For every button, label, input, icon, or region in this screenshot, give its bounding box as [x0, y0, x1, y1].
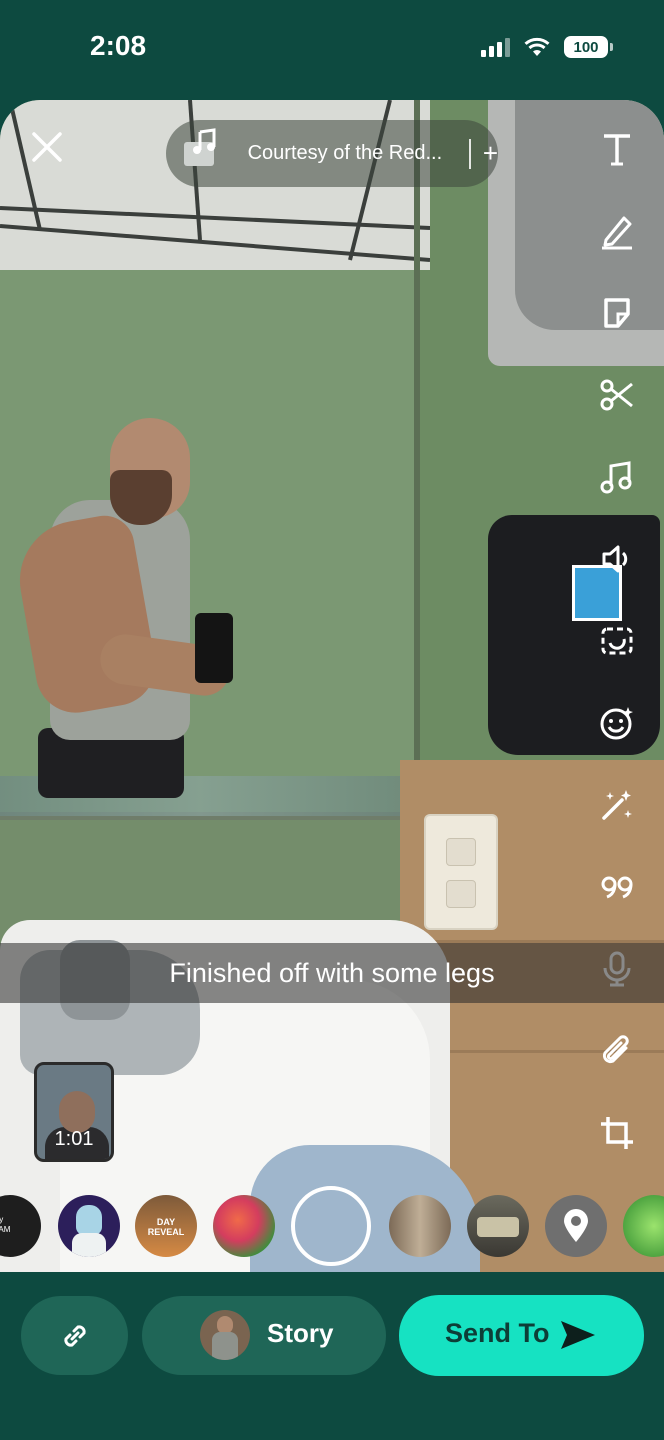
- send-to-label: Send To: [445, 1318, 550, 1348]
- crop-icon: [601, 1117, 633, 1149]
- music-icon: [600, 461, 632, 494]
- sticker-icon: [604, 298, 630, 328]
- magic-tool-button[interactable]: [592, 780, 642, 830]
- memory-thumbnail[interactable]: 1:01: [34, 1062, 114, 1162]
- lens-extra-gum[interactable]: [623, 1195, 664, 1257]
- snap-preview-screen: 2:08 100 Courtesy of the Red... + Finish…: [0, 0, 664, 1440]
- map-pin-icon: [564, 1209, 588, 1242]
- sticker-tool-button[interactable]: [592, 288, 642, 338]
- add-music-button[interactable]: +: [483, 138, 498, 169]
- lens-day-reveal[interactable]: DAY REVEAL: [135, 1195, 197, 1257]
- lens-flower[interactable]: [213, 1195, 275, 1257]
- quote-tool-button[interactable]: [592, 862, 642, 912]
- lens-day-reveal-line2: REVEAL: [147, 1227, 185, 1237]
- close-icon[interactable]: [28, 128, 66, 166]
- scissors-icon: [600, 379, 633, 411]
- lens-time-clock: 0:35 AM: [0, 1225, 11, 1234]
- link-icon: [63, 1324, 86, 1347]
- music-divider: [468, 138, 471, 169]
- music-note-icon: [193, 128, 216, 154]
- magic-wand-icon: [602, 790, 632, 820]
- music-title: Courtesy of the Red...: [247, 142, 443, 164]
- lens-day-reveal-line1: DAY: [156, 1217, 176, 1227]
- text-tool-button[interactable]: [592, 124, 642, 174]
- wall-outlet: [426, 816, 496, 928]
- memory-duration: 1:01: [54, 1128, 94, 1150]
- capture-button[interactable]: [291, 1186, 371, 1266]
- caption-bar[interactable]: Finished off with some legs: [0, 943, 664, 1003]
- lens-curtain[interactable]: [389, 1195, 451, 1257]
- quote-icon: [601, 876, 633, 899]
- crop-tool-button[interactable]: [592, 1108, 642, 1158]
- caption-text: Finished off with some legs: [169, 957, 495, 988]
- pencil-icon: [602, 216, 632, 250]
- scan-tool-button[interactable]: [592, 616, 642, 666]
- memory-person-face: [59, 1091, 95, 1133]
- scan-icon: [601, 627, 633, 655]
- lens-time[interactable]: Friday 0:35 AM: [0, 1195, 41, 1257]
- story-label: Story: [267, 1318, 334, 1348]
- bottom-action-bar: Story Send To: [0, 1272, 664, 1440]
- cellular-signal-icon: [481, 37, 510, 57]
- send-to-button[interactable]: Send To: [399, 1295, 644, 1376]
- phone-in-hand: [195, 613, 233, 683]
- status-bar: 2:08 100: [0, 0, 664, 100]
- scissors-tool-button[interactable]: [592, 370, 642, 420]
- attach-tool-button[interactable]: [592, 1026, 642, 1076]
- music-chip[interactable]: Courtesy of the Red... +: [166, 120, 498, 187]
- lens-face-icon: [600, 707, 633, 740]
- battery-icon: 100: [564, 36, 613, 58]
- text-icon: [604, 134, 630, 166]
- volume-icon: [602, 545, 628, 573]
- lens-rick[interactable]: [58, 1195, 120, 1257]
- sound-tool-button[interactable]: [592, 534, 642, 584]
- music-tool-button[interactable]: [592, 452, 642, 502]
- send-arrow-icon: [561, 1321, 595, 1349]
- attach-link-button[interactable]: [21, 1296, 128, 1375]
- paperclip-icon: [602, 1035, 629, 1064]
- draw-tool-button[interactable]: [592, 206, 642, 256]
- lens-car[interactable]: [467, 1195, 529, 1257]
- lens-map[interactable]: [545, 1195, 607, 1257]
- my-story-button[interactable]: Story: [142, 1296, 386, 1375]
- lens-tool-button[interactable]: [592, 698, 642, 748]
- avatar: [200, 1310, 250, 1360]
- lens-time-day: Friday: [0, 1215, 4, 1224]
- wifi-icon: [524, 37, 550, 56]
- status-time: 2:08: [90, 30, 147, 61]
- status-indicators: 100: [481, 36, 613, 58]
